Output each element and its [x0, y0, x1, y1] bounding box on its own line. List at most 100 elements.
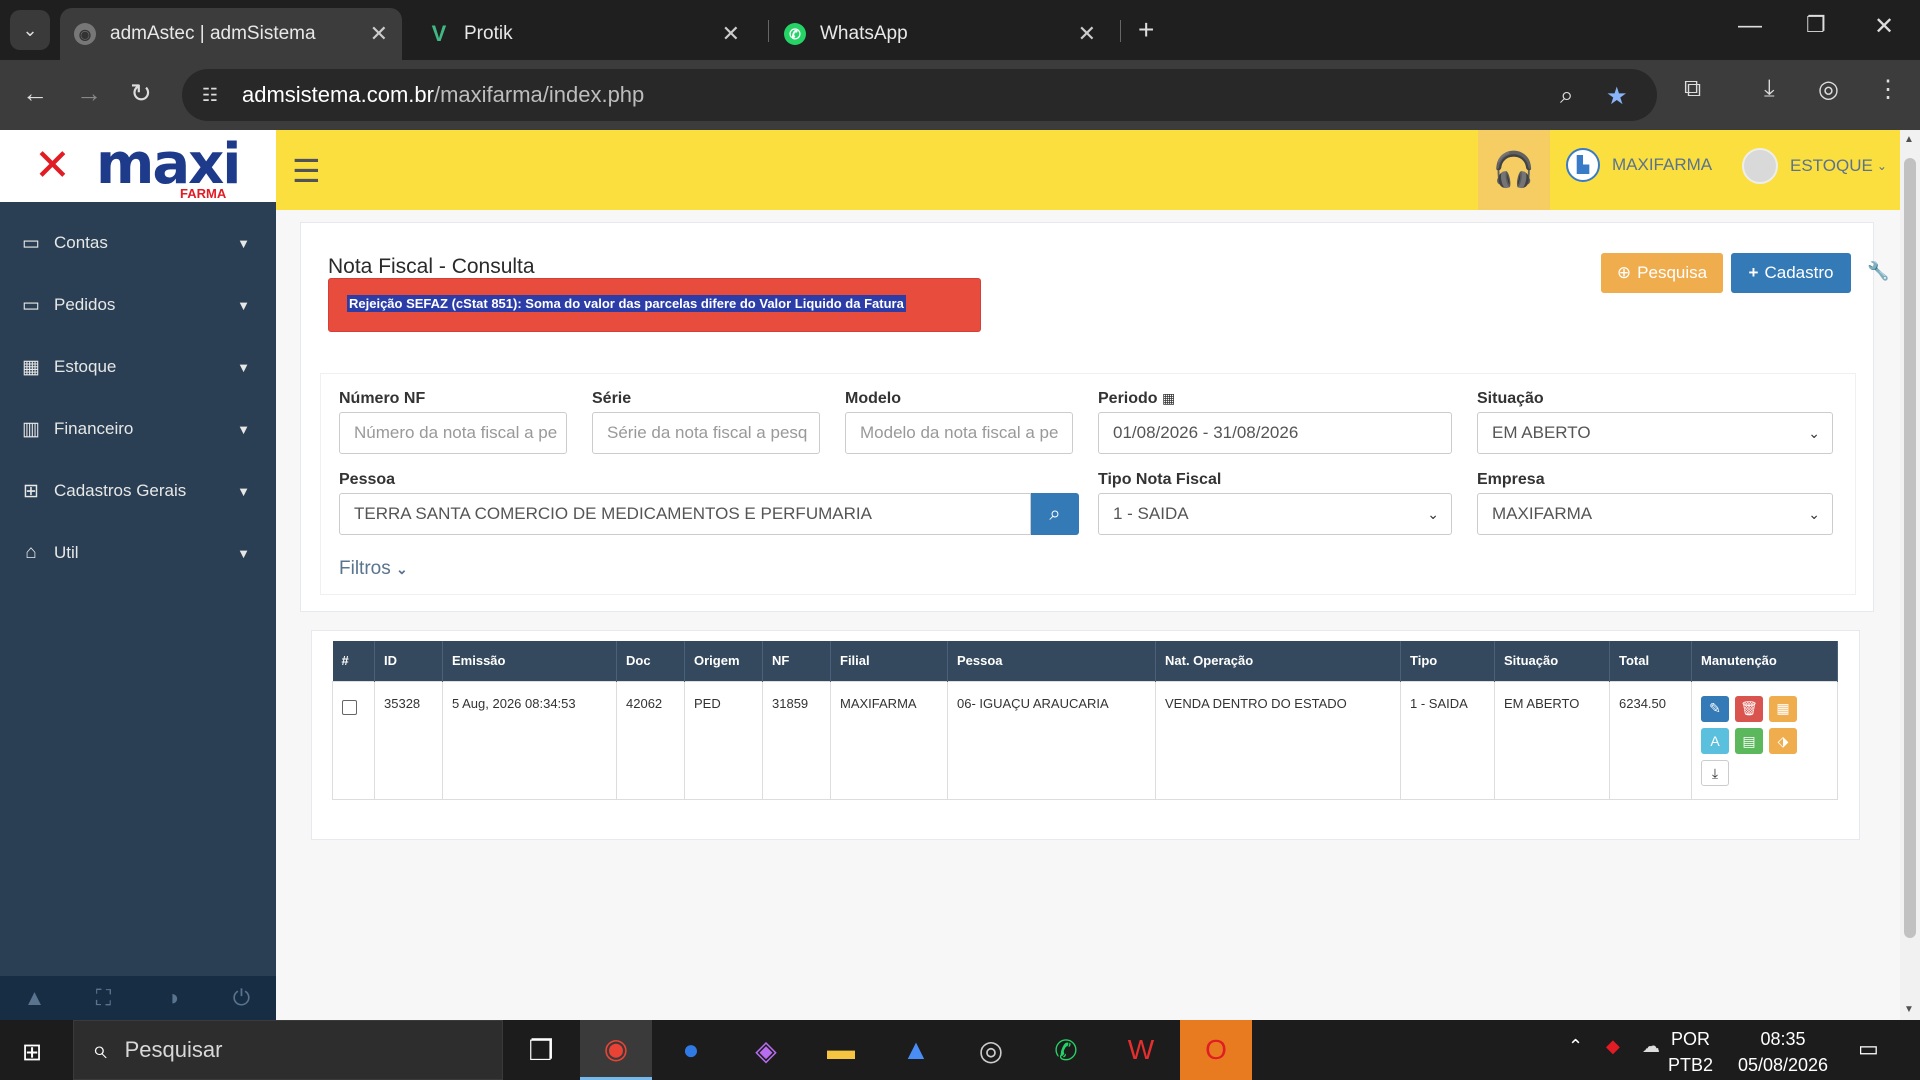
- table-header-row: # ID Emissão Doc Origem NF Filial Pessoa…: [332, 641, 1838, 681]
- onedrive-icon[interactable]: ☁: [1642, 1036, 1660, 1057]
- sidebar-item-contas[interactable]: ▭ Contas ▼: [0, 212, 276, 274]
- url-text[interactable]: admsistema.com.br/maxifarma/index.php: [242, 82, 644, 108]
- pessoa-input[interactable]: TERRA SANTA COMERCIO DE MEDICAMENTOS E P…: [339, 493, 1031, 535]
- scroll-thumb[interactable]: [1904, 158, 1916, 938]
- hamburger-menu-icon[interactable]: ☰: [292, 152, 321, 190]
- sidebar-item-financeiro[interactable]: ▥ Financeiro ▼: [0, 398, 276, 460]
- sidebar-item-cadastros-gerais[interactable]: ⊞ Cadastros Gerais ▼: [0, 460, 276, 522]
- taskbar-search[interactable]: ⌕ Pesquisar: [73, 1020, 503, 1080]
- search-button[interactable]: ⊕ Pesquisa: [1601, 253, 1723, 293]
- forward-icon[interactable]: →: [76, 78, 102, 109]
- thunderbird-icon[interactable]: ●: [655, 1020, 727, 1080]
- row-checkbox[interactable]: [342, 699, 357, 715]
- wps-icon[interactable]: W: [1105, 1020, 1177, 1080]
- logo[interactable]: ✕ maxi FARMA: [0, 130, 276, 202]
- power-icon[interactable]: ⏻: [207, 976, 276, 1020]
- top-navbar: ☰ 🎧 ▙ MAXIFARMA ESTOQUE ⌄: [276, 130, 1900, 210]
- zoom-icon[interactable]: ⌕: [1560, 82, 1573, 110]
- bookmark-star-icon[interactable]: ★: [1606, 82, 1628, 111]
- whatsapp-icon[interactable]: ✆: [1030, 1020, 1102, 1080]
- tab-admastec[interactable]: ◉ admAstec | admSistema ✕: [60, 8, 402, 60]
- windows-start-icon[interactable]: ⊞: [22, 1038, 42, 1067]
- home-icon: ⌂: [25, 542, 37, 563]
- periodo-input[interactable]: 01/08/2026 - 31/08/2026: [1098, 412, 1452, 454]
- tab-title: admAstec | admSistema: [110, 23, 316, 44]
- tab-protik[interactable]: V Protik ✕: [414, 8, 754, 60]
- close-icon[interactable]: ✕: [722, 21, 740, 47]
- search-plus-icon: ⊕: [1616, 263, 1632, 282]
- document-icon[interactable]: ▤: [1735, 728, 1763, 754]
- empresa-label: Empresa: [1477, 471, 1545, 488]
- tab-separator: [1120, 20, 1121, 42]
- sidebar-item-estoque[interactable]: ▦ Estoque ▼: [0, 336, 276, 398]
- close-icon[interactable]: ✕: [370, 21, 388, 47]
- taskbar: ⊞ ⌕ Pesquisar ❐ ◉ ● ◈ ▬ ▲ ◎ ✆ W O ⌃ ◆ ☁ …: [0, 1020, 1920, 1080]
- cell-nf: 31859: [762, 680, 831, 800]
- logo-mark-icon: ✕: [34, 140, 71, 191]
- opera-icon[interactable]: O: [1180, 1020, 1252, 1080]
- page-scrollbar[interactable]: ▲ ▼: [1900, 130, 1920, 1020]
- tag-icon[interactable]: ⬗: [1769, 728, 1797, 754]
- company-selector[interactable]: ▙ MAXIFARMA: [1566, 148, 1712, 182]
- new-tab-icon[interactable]: +: [1138, 14, 1154, 46]
- profile-icon[interactable]: ◎: [1818, 75, 1839, 104]
- back-icon[interactable]: ←: [22, 78, 48, 109]
- scroll-up-icon[interactable]: ▲: [1904, 134, 1914, 145]
- reload-icon[interactable]: ↻: [130, 78, 152, 109]
- download-icon[interactable]: ⤓: [1701, 760, 1729, 786]
- numero-nf-input[interactable]: Número da nota fiscal a pe: [339, 412, 567, 454]
- table-row[interactable]: 35328 5 Aug, 2026 08:34:53 42062 PED 318…: [332, 680, 1838, 800]
- task-view-icon[interactable]: ❐: [505, 1020, 577, 1080]
- cell-doc: 42062: [616, 680, 685, 800]
- user-menu[interactable]: ESTOQUE ⌄: [1742, 148, 1887, 184]
- serie-input[interactable]: Série da nota fiscal a pesq: [592, 412, 820, 454]
- search-panel: Nota Fiscal - Consulta Rejeição SEFAZ (c…: [300, 222, 1889, 612]
- tab-search-icon[interactable]: ⌄: [10, 10, 50, 50]
- scroll-down-icon[interactable]: ▼: [1904, 1004, 1914, 1015]
- tipo-nf-select[interactable]: 1 - SAIDA ⌄: [1098, 493, 1452, 535]
- fullscreen-icon[interactable]: ⛶: [69, 976, 138, 1020]
- address-bar[interactable]: ☷ admsistema.com.br/maxifarma/index.php …: [182, 69, 1657, 121]
- font-icon[interactable]: A: [1701, 727, 1729, 754]
- delete-icon[interactable]: 🗑: [1735, 695, 1763, 722]
- restore-icon[interactable]: ❐: [1806, 12, 1826, 38]
- filtros-toggle[interactable]: Filtros ⌄: [339, 558, 408, 580]
- grid-icon[interactable]: ▦: [1769, 695, 1797, 722]
- settings-up-icon[interactable]: ▲: [0, 976, 69, 1020]
- modelo-input[interactable]: Modelo da nota fiscal a pe: [845, 412, 1073, 454]
- create-button-label: Cadastro: [1764, 263, 1834, 282]
- download-icon[interactable]: ⤓: [1764, 75, 1775, 103]
- language-indicator[interactable]: POR PTB2: [1668, 1026, 1713, 1078]
- sidebar-item-pedidos[interactable]: ▭ Pedidos ▼: [0, 274, 276, 336]
- browser-menu-icon[interactable]: ⋮: [1876, 75, 1900, 104]
- file-explorer-icon[interactable]: ▬: [805, 1020, 877, 1080]
- eye-slash-icon[interactable]: ◑: [138, 976, 207, 1020]
- minimize-icon[interactable]: —: [1738, 12, 1762, 40]
- periodo-label: Periodo ▦: [1098, 390, 1176, 407]
- show-hidden-icons[interactable]: ⌃: [1568, 1036, 1583, 1057]
- sidebar-item-util[interactable]: ⌂ Util ▼: [0, 522, 276, 584]
- clock[interactable]: 08:35 05/08/2026: [1728, 1026, 1838, 1078]
- close-icon[interactable]: ✕: [1078, 21, 1096, 47]
- copilot-icon[interactable]: ◈: [730, 1020, 802, 1080]
- app-icon[interactable]: ▲: [880, 1020, 952, 1080]
- cell-actions: ✎ 🗑 ▦ A ▤ ⬗ ⤓: [1691, 680, 1838, 800]
- headset-icon[interactable]: 🎧: [1478, 130, 1550, 210]
- edit-icon[interactable]: ✎: [1701, 695, 1729, 722]
- extensions-icon[interactable]: ⧉: [1684, 75, 1701, 103]
- wrench-icon[interactable]: 🔧: [1867, 261, 1889, 282]
- pessoa-search-button[interactable]: ⌕: [1031, 493, 1079, 535]
- create-button[interactable]: + Cadastro: [1731, 253, 1851, 293]
- chrome-icon[interactable]: ◉: [580, 1020, 652, 1080]
- tray-app-icon[interactable]: ◆: [1606, 1036, 1620, 1057]
- column-header: Total: [1609, 641, 1692, 681]
- empresa-select[interactable]: MAXIFARMA ⌄: [1477, 493, 1833, 535]
- site-info-icon[interactable]: ☷: [192, 77, 228, 113]
- tab-whatsapp[interactable]: ✆ WhatsApp ✕: [770, 8, 1110, 60]
- anydesk-icon[interactable]: ◎: [955, 1020, 1027, 1080]
- situacao-select[interactable]: EM ABERTO ⌄: [1477, 412, 1833, 454]
- avatar: [1742, 148, 1778, 184]
- window-close-icon[interactable]: ✕: [1874, 12, 1894, 41]
- notifications-icon[interactable]: ▭: [1858, 1036, 1879, 1062]
- globe-icon: ◉: [74, 23, 96, 45]
